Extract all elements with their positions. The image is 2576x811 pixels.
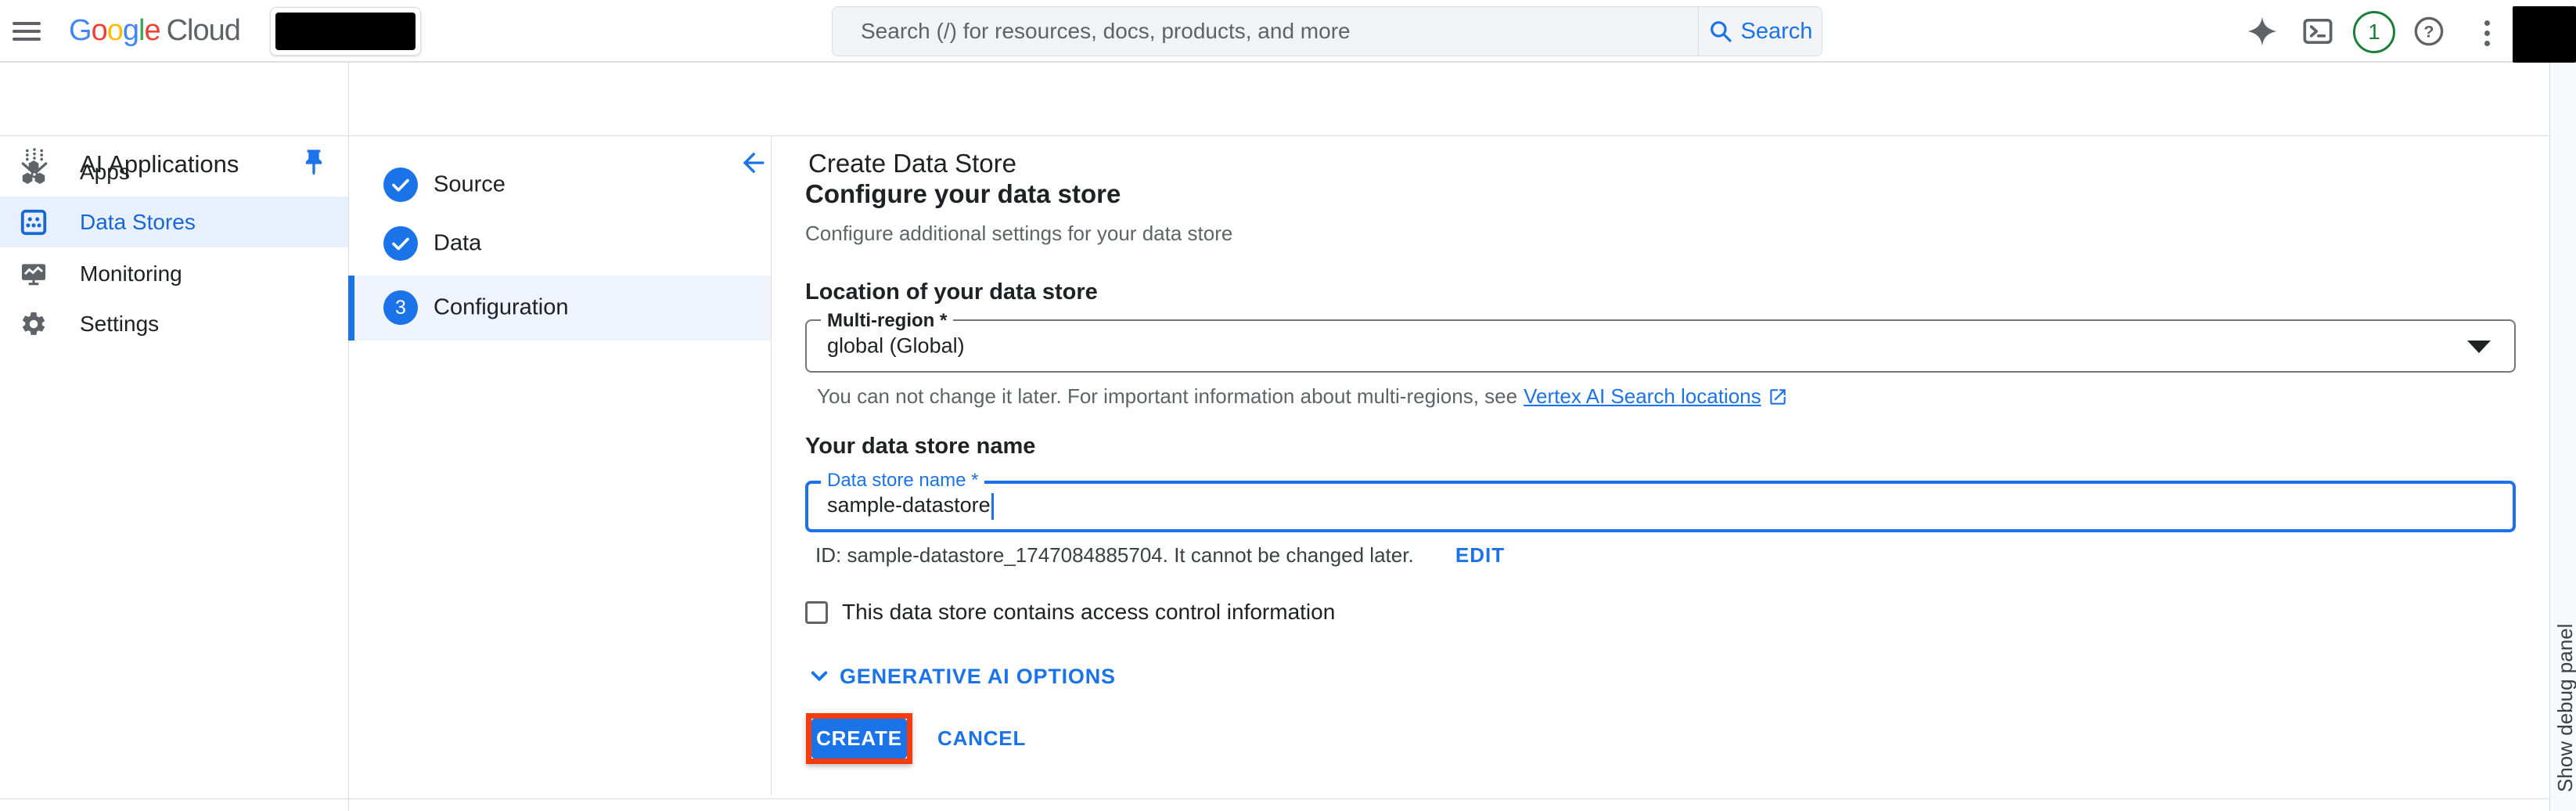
page-title: Create Data Store xyxy=(808,149,1016,178)
form-title: Configure your data store xyxy=(805,179,1121,209)
gemini-sparkle-icon[interactable] xyxy=(2247,16,2278,47)
page-header: Create Data Store LEARN xyxy=(348,63,2549,135)
location-helper-text: You can not change it later. For importa… xyxy=(817,384,1788,409)
step-complete-icon xyxy=(383,168,418,202)
multi-region-select[interactable]: Multi-region * global (Global) xyxy=(805,319,2516,373)
dropdown-caret-icon xyxy=(2467,341,2491,353)
create-button-highlight: CREATE xyxy=(806,713,912,764)
step-complete-icon xyxy=(383,226,418,261)
svg-text:?: ? xyxy=(2423,22,2434,41)
header-divider xyxy=(0,135,2549,136)
access-control-label: This data store contains access control … xyxy=(842,600,1335,625)
access-control-checkbox[interactable] xyxy=(805,601,828,624)
sidebar-item-apps[interactable]: Apps xyxy=(0,147,348,197)
search-icon xyxy=(1708,19,1733,44)
data-store-id-text: ID: sample-datastore_1747084885704. It c… xyxy=(815,543,1505,568)
location-section-heading: Location of your data store xyxy=(805,279,1098,305)
apps-cubes-icon xyxy=(19,157,49,187)
stepper-divider xyxy=(771,136,772,795)
help-icon[interactable]: ? xyxy=(2413,16,2445,47)
more-options-icon[interactable] xyxy=(2476,17,2498,49)
notification-count: 1 xyxy=(2368,20,2380,45)
cancel-button[interactable]: CANCEL xyxy=(937,719,1026,759)
access-control-row[interactable]: This data store contains access control … xyxy=(805,600,1335,625)
google-cloud-logo[interactable]: GoogleCloud xyxy=(69,14,240,48)
project-selector[interactable] xyxy=(270,7,421,56)
generative-ai-options-toggle[interactable]: GENERATIVE AI OPTIONS xyxy=(805,662,1116,690)
external-link-icon xyxy=(1768,387,1788,407)
project-name-redacted xyxy=(275,13,416,50)
logo-cloud-text: Cloud xyxy=(167,14,240,47)
step-source[interactable]: Source xyxy=(348,160,771,210)
show-debug-panel-label: Show debug panel xyxy=(2553,624,2576,792)
data-store-name-field[interactable]: Data store name * sample-datastore xyxy=(805,481,2516,532)
monitoring-icon xyxy=(19,259,49,289)
search-button-label: Search xyxy=(1741,19,1813,45)
create-button[interactable]: CREATE xyxy=(811,719,907,759)
vertex-ai-search-locations-link[interactable]: Vertex AI Search locations xyxy=(1524,384,1761,409)
data-store-name-value: sample-datastore xyxy=(827,493,994,520)
search-input[interactable] xyxy=(833,8,1698,55)
name-section-heading: Your data store name xyxy=(805,434,1035,460)
edit-id-button[interactable]: EDIT xyxy=(1455,543,1505,567)
avatar[interactable] xyxy=(2513,6,2576,63)
step-configuration[interactable]: 3 Configuration xyxy=(348,283,771,333)
product-header: AI Applications xyxy=(0,63,348,135)
top-bar: GoogleCloud Search 1 ? xyxy=(0,0,2576,63)
multi-region-value: global (Global) xyxy=(827,334,965,359)
sidebar-item-monitoring[interactable]: Monitoring xyxy=(0,249,348,299)
gear-icon xyxy=(19,309,49,339)
generative-ai-options-label: GENERATIVE AI OPTIONS xyxy=(840,665,1116,689)
chevron-down-icon xyxy=(805,662,833,690)
data-store-name-label: Data store name * xyxy=(821,470,984,492)
sidebar-item-data-stores[interactable]: Data Stores xyxy=(0,196,348,247)
cloud-shell-icon[interactable] xyxy=(2302,16,2333,47)
content-bottom-divider xyxy=(0,798,2549,799)
step-data[interactable]: Data xyxy=(348,218,771,269)
global-search-bar[interactable]: Search xyxy=(832,6,1822,56)
step-number: 3 xyxy=(383,290,418,325)
search-button[interactable]: Search xyxy=(1698,7,1822,56)
notifications-badge[interactable]: 1 xyxy=(2353,11,2395,53)
text-cursor xyxy=(991,493,994,520)
multi-region-label: Multi-region * xyxy=(821,310,953,332)
data-stores-icon xyxy=(19,207,49,237)
sidebar-item-settings[interactable]: Settings xyxy=(0,299,348,349)
menu-icon[interactable] xyxy=(13,17,42,45)
form-subtitle: Configure additional settings for your d… xyxy=(805,222,1232,246)
